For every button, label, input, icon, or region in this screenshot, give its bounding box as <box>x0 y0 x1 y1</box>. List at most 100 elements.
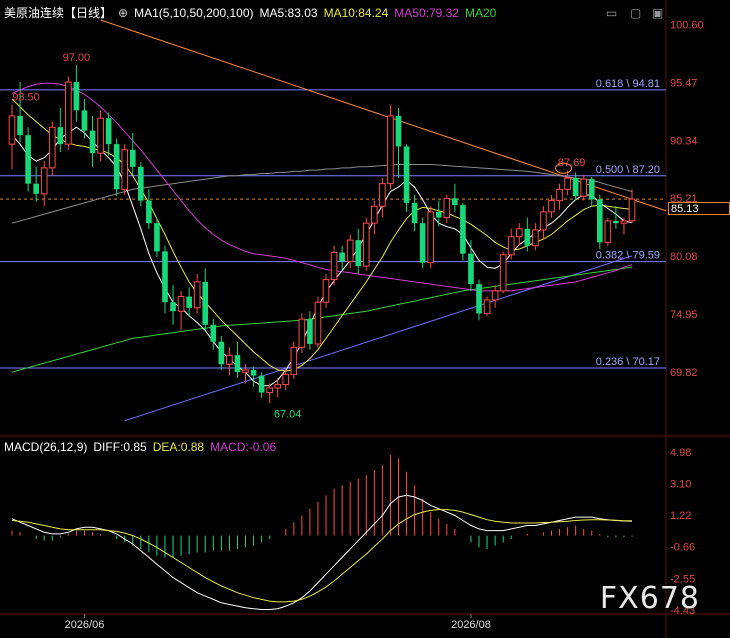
ma10-value: MA10:84.24 <box>323 6 389 20</box>
candle-body <box>355 240 362 267</box>
candle-body <box>186 296 192 308</box>
candle-body <box>548 200 555 213</box>
candle-body <box>162 251 168 303</box>
candle-body <box>48 126 56 169</box>
candle-body <box>580 178 588 197</box>
candle-body <box>604 220 612 243</box>
candle-body <box>177 296 185 312</box>
price-axis-label: 100.60 <box>670 20 704 32</box>
macd-axis-label: -0.66 <box>670 542 695 554</box>
candle-body <box>242 369 249 373</box>
minimize-icon[interactable]: ▭ <box>606 6 617 20</box>
candle-body <box>427 211 435 264</box>
candle-body <box>379 183 386 207</box>
candle-body <box>476 284 482 314</box>
candle-body <box>452 198 458 206</box>
candle-body <box>57 127 64 145</box>
candle-body <box>250 369 257 376</box>
period-label[interactable]: 【日线】 <box>64 6 112 20</box>
candle-body <box>620 220 628 224</box>
candle-body <box>524 228 531 246</box>
candle-body <box>307 319 313 344</box>
fib-level-label: 0.236 \ 70.17 <box>596 356 660 368</box>
candle-body <box>362 222 370 267</box>
candle-body <box>282 373 290 386</box>
macd-settings: MACD(26,12,9) <box>4 440 88 454</box>
candle-body <box>121 149 129 190</box>
candle-body <box>193 281 201 309</box>
candle-body <box>234 355 241 373</box>
candle-body <box>435 211 442 218</box>
maximize-icon[interactable]: ▢ <box>630 6 641 20</box>
ma-settings: MA1(5,10,50,200,100) <box>134 6 254 20</box>
price-axis-label: 80.08 <box>670 251 698 263</box>
candle-body <box>146 200 152 224</box>
candle-body <box>17 115 23 136</box>
chart-header: 美原油连续【日线】 ⊕ MA1(5,10,50,200,100) MA5:83.03 M… <box>4 4 502 21</box>
candle-body <box>483 299 491 314</box>
date-label: 2026/06 <box>65 619 105 631</box>
chart-background <box>0 0 730 638</box>
candle-body <box>556 188 563 202</box>
candle-body <box>460 205 466 254</box>
candle-body <box>339 252 345 262</box>
candle-body <box>596 199 603 243</box>
candle-body <box>210 324 217 342</box>
candle-body <box>33 183 39 194</box>
candle-body <box>25 135 31 184</box>
fib-level-label: 0.500 \ 87.20 <box>596 164 660 176</box>
candle-body <box>403 146 410 203</box>
candle-body <box>154 223 160 252</box>
macd-axis-label: 3.10 <box>670 479 691 491</box>
candle-body <box>613 220 619 224</box>
candle-body <box>170 302 176 312</box>
candle-body <box>507 236 515 256</box>
candle-body <box>8 115 16 145</box>
crosshair-icon[interactable]: ⊕ <box>118 6 128 20</box>
candle-body <box>202 281 209 325</box>
candle-body <box>226 354 233 365</box>
price-axis-label: 95.47 <box>670 77 698 89</box>
candle-body <box>40 167 48 195</box>
fib-level-label: 0.618 \ 94.81 <box>596 78 660 90</box>
watermark: FX678 <box>599 581 700 616</box>
fib-level-label: 0.382 \ 79.59 <box>596 250 660 262</box>
macd-value: MACD:-0.06 <box>210 440 277 454</box>
candle-body <box>395 115 402 147</box>
low-annotation: 67.04 <box>274 408 302 420</box>
candle-body <box>266 387 273 393</box>
ma20-value: MA20 <box>465 6 497 20</box>
candle-body <box>564 177 571 190</box>
date-label: 2026/08 <box>451 619 491 631</box>
candle-body <box>73 82 80 111</box>
candle-body <box>218 341 225 365</box>
candle-body <box>540 211 547 231</box>
macd-header: MACD(26,12,9) DIFF:0.85 DEA:0.88 MACD:-0.06 <box>4 440 282 454</box>
candle-body <box>89 130 96 154</box>
candle-body <box>81 110 88 131</box>
candle-body <box>419 223 426 263</box>
price-axis-label: 90.34 <box>670 135 698 147</box>
candle-body <box>113 144 120 190</box>
price-chart[interactable]: 100.6095.4790.3485.2180.0874.9569.824.98… <box>0 0 730 638</box>
price-axis-label: 74.95 <box>670 309 698 321</box>
price-axis-label: 69.82 <box>670 367 698 379</box>
candle-body <box>588 179 595 200</box>
high-annotation: 93.50 <box>12 92 40 104</box>
candle-body <box>258 375 265 393</box>
candle-body <box>129 149 136 167</box>
candle-body <box>371 205 378 224</box>
candle-body <box>572 178 579 197</box>
candle-body <box>346 239 354 263</box>
candle-body <box>97 117 104 154</box>
candle-body <box>322 279 330 303</box>
candle-body <box>274 384 282 389</box>
candle-body <box>443 197 451 219</box>
candle-body <box>499 254 507 292</box>
candle-body <box>491 290 499 301</box>
candle-body <box>290 346 298 375</box>
macd-axis-label: 1.22 <box>670 510 691 522</box>
ma5-value: MA5:83.03 <box>259 6 318 20</box>
high-annotation: 97.00 <box>63 52 91 64</box>
close-icon[interactable]: ▣ <box>652 6 663 20</box>
